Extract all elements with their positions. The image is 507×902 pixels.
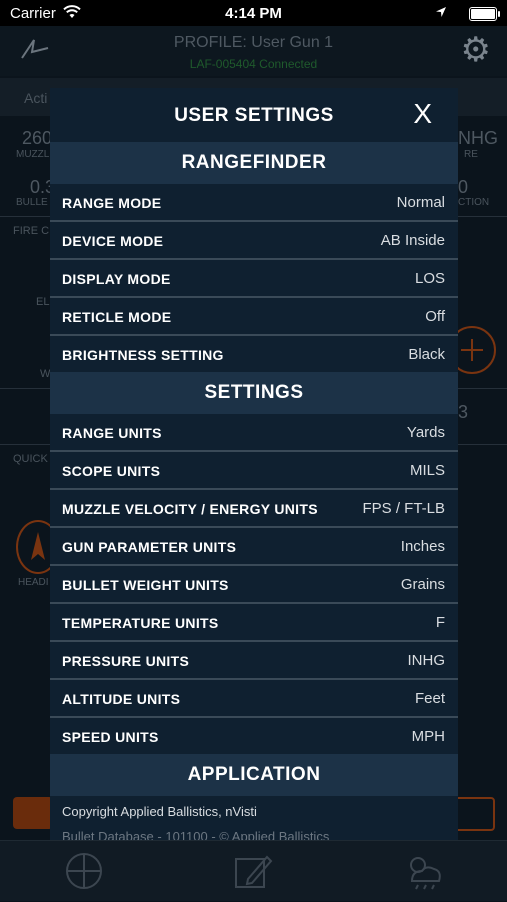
setting-brightness[interactable]: BRIGHTNESS SETTING Black	[50, 336, 458, 372]
setting-label: RANGE MODE	[62, 195, 162, 211]
profile-title: PROFILE: User Gun 1	[173, 34, 334, 51]
setting-value: FPS / FT-LB	[362, 500, 445, 517]
setting-value: LOS	[414, 270, 445, 287]
user-settings-modal: USER SETTINGS X RANGEFINDER RANGE MODE N…	[50, 88, 458, 840]
edit-icon[interactable]	[233, 851, 273, 891]
background-w-label: W	[40, 368, 51, 380]
setting-value: Feet	[414, 690, 445, 707]
setting-value: INHG	[407, 652, 446, 669]
gear-icon[interactable]: ⚙	[461, 30, 491, 70]
modal-header: USER SETTINGS X	[50, 88, 458, 142]
background-fire-label: FIRE C	[13, 225, 50, 237]
setting-muzzle-velocity-units[interactable]: MUZZLE VELOCITY / ENERGY UNITS FPS / FT-…	[50, 490, 458, 528]
setting-label: BULLET WEIGHT UNITS	[62, 577, 229, 593]
setting-label: MUZZLE VELOCITY / ENERGY UNITS	[62, 501, 318, 517]
setting-label: RETICLE MODE	[62, 309, 172, 325]
clock: 4:14 PM	[225, 5, 282, 22]
section-rangefinder: RANGEFINDER	[50, 142, 458, 184]
location-icon	[435, 5, 447, 22]
setting-label: GUN PARAMETER UNITS	[62, 539, 237, 555]
background-outline-button	[453, 797, 495, 831]
setting-altitude-units[interactable]: ALTITUDE UNITS Feet	[50, 680, 458, 718]
status-bar: Carrier 4:14 PM	[0, 0, 507, 26]
connection-status: LAF-005404 Connected	[189, 57, 318, 71]
setting-label: ALTITUDE UNITS	[62, 691, 181, 707]
background-orange-button	[13, 797, 53, 829]
modal-title: USER SETTINGS	[174, 105, 334, 126]
setting-bullet-weight-units[interactable]: BULLET WEIGHT UNITS Grains	[50, 566, 458, 604]
bullet-database-text: Bullet Database - 101100 - © Applied Bal…	[62, 829, 330, 840]
setting-value: Inches	[400, 538, 445, 555]
background-correction-value: 0	[458, 177, 469, 197]
setting-label: SCOPE UNITS	[62, 463, 161, 479]
background-muzzle-value: 260	[22, 128, 53, 148]
setting-temperature-units[interactable]: TEMPERATURE UNITS F	[50, 604, 458, 642]
crosshair-icon[interactable]	[64, 851, 104, 891]
background-pressure-label: RE	[464, 149, 478, 160]
setting-device-mode[interactable]: DEVICE MODE AB Inside	[50, 222, 458, 260]
setting-value: Yards	[406, 424, 445, 441]
background-elev-label: EL	[36, 296, 50, 308]
setting-label: PRESSURE UNITS	[62, 653, 190, 669]
background-correction-label: CTION	[458, 197, 490, 208]
setting-pressure-units[interactable]: PRESSURE UNITS INHG	[50, 642, 458, 680]
close-button[interactable]: X	[413, 98, 432, 130]
setting-label: DEVICE MODE	[62, 233, 164, 249]
setting-value: AB Inside	[380, 232, 445, 249]
setting-value: MILS	[409, 462, 445, 479]
battery-icon	[469, 7, 500, 21]
setting-label: BRIGHTNESS SETTING	[62, 347, 224, 363]
section-settings: SETTINGS	[50, 372, 458, 414]
setting-gun-parameter-units[interactable]: GUN PARAMETER UNITS Inches	[50, 528, 458, 566]
setting-label: RANGE UNITS	[62, 425, 162, 441]
background-pressure-value: NHG	[458, 128, 498, 148]
background-bullet-label: BULLE	[16, 197, 48, 208]
setting-speed-units[interactable]: SPEED UNITS MPH	[50, 718, 458, 754]
setting-value: F	[435, 614, 445, 631]
background-quick-label: QUICK	[13, 453, 48, 465]
setting-range-mode[interactable]: RANGE MODE Normal	[50, 184, 458, 222]
setting-label: TEMPERATURE UNITS	[62, 615, 219, 631]
background-tab-label: Acti	[24, 90, 48, 106]
setting-range-units[interactable]: RANGE UNITS Yards	[50, 414, 458, 452]
setting-scope-units[interactable]: SCOPE UNITS MILS	[50, 452, 458, 490]
setting-reticle-mode[interactable]: RETICLE MODE Off	[50, 298, 458, 336]
background-right-value: 3	[458, 402, 469, 422]
setting-value: MPH	[411, 728, 445, 745]
setting-label: SPEED UNITS	[62, 729, 159, 745]
weather-icon[interactable]	[404, 851, 444, 891]
setting-display-mode[interactable]: DISPLAY MODE LOS	[50, 260, 458, 298]
setting-value: Off	[425, 308, 445, 325]
app-header: PROFILE: User Gun 1 LAF-005404 Connected…	[0, 26, 507, 76]
background-heading-label: HEADI	[18, 577, 49, 588]
setting-label: DISPLAY MODE	[62, 271, 171, 287]
copyright-text: Copyright Applied Ballistics, nVisti	[62, 804, 257, 819]
section-application: APPLICATION	[50, 754, 458, 796]
bottom-tab-bar	[0, 840, 507, 901]
setting-value: Grains	[400, 576, 445, 593]
setting-value: Normal	[396, 194, 445, 211]
setting-value: Black	[408, 346, 445, 363]
